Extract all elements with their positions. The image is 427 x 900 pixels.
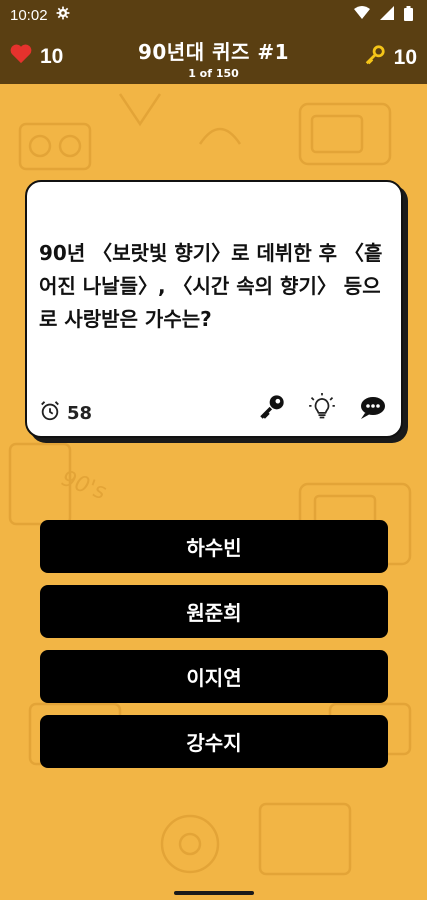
- wifi-icon: [354, 6, 370, 24]
- lightbulb-icon: [308, 393, 336, 425]
- chat-hint-button[interactable]: [357, 394, 387, 424]
- status-right: [354, 5, 413, 25]
- alarm-clock-icon: [39, 400, 61, 427]
- answer-button-2[interactable]: 원준희: [40, 585, 388, 638]
- timer: 58: [39, 400, 92, 427]
- status-bar: 10:02: [0, 0, 427, 30]
- key-hint-button[interactable]: [257, 394, 287, 424]
- timer-value: 58: [67, 403, 93, 424]
- svg-text:90's: 90's: [58, 466, 109, 505]
- chat-bubbles-icon: [357, 393, 387, 425]
- question-text: 90년 〈보랏빛 향기〉로 데뷔한 후 〈흩어진 나날들〉, 〈시간 속의 향기…: [39, 241, 383, 331]
- keys-counter: 10: [364, 44, 417, 72]
- signal-icon: [380, 6, 394, 24]
- answer-button-3[interactable]: 이지연: [40, 650, 388, 703]
- question-card: 90년 〈보랏빛 향기〉로 데뷔한 후 〈흩어진 나날들〉, 〈시간 속의 향기…: [25, 180, 403, 438]
- status-time: 10:02: [10, 6, 48, 24]
- app-header: 10 90년대 퀴즈 #1 1 of 150 10: [0, 30, 427, 84]
- battery-icon: [404, 5, 413, 25]
- key-icon: [258, 393, 286, 425]
- key-icon: [364, 44, 386, 72]
- navigation-bar: [0, 878, 427, 900]
- lightbulb-hint-button[interactable]: [307, 393, 337, 425]
- home-gesture-handle[interactable]: [174, 891, 254, 895]
- answer-list: 하수빈 원준희 이지연 강수지: [40, 520, 388, 780]
- answer-button-4[interactable]: 강수지: [40, 715, 388, 768]
- status-left: 10:02: [10, 6, 70, 24]
- answer-button-1[interactable]: 하수빈: [40, 520, 388, 573]
- settings-gear-icon: [56, 6, 70, 24]
- hint-tools: [257, 393, 387, 425]
- keys-count: 10: [393, 46, 417, 69]
